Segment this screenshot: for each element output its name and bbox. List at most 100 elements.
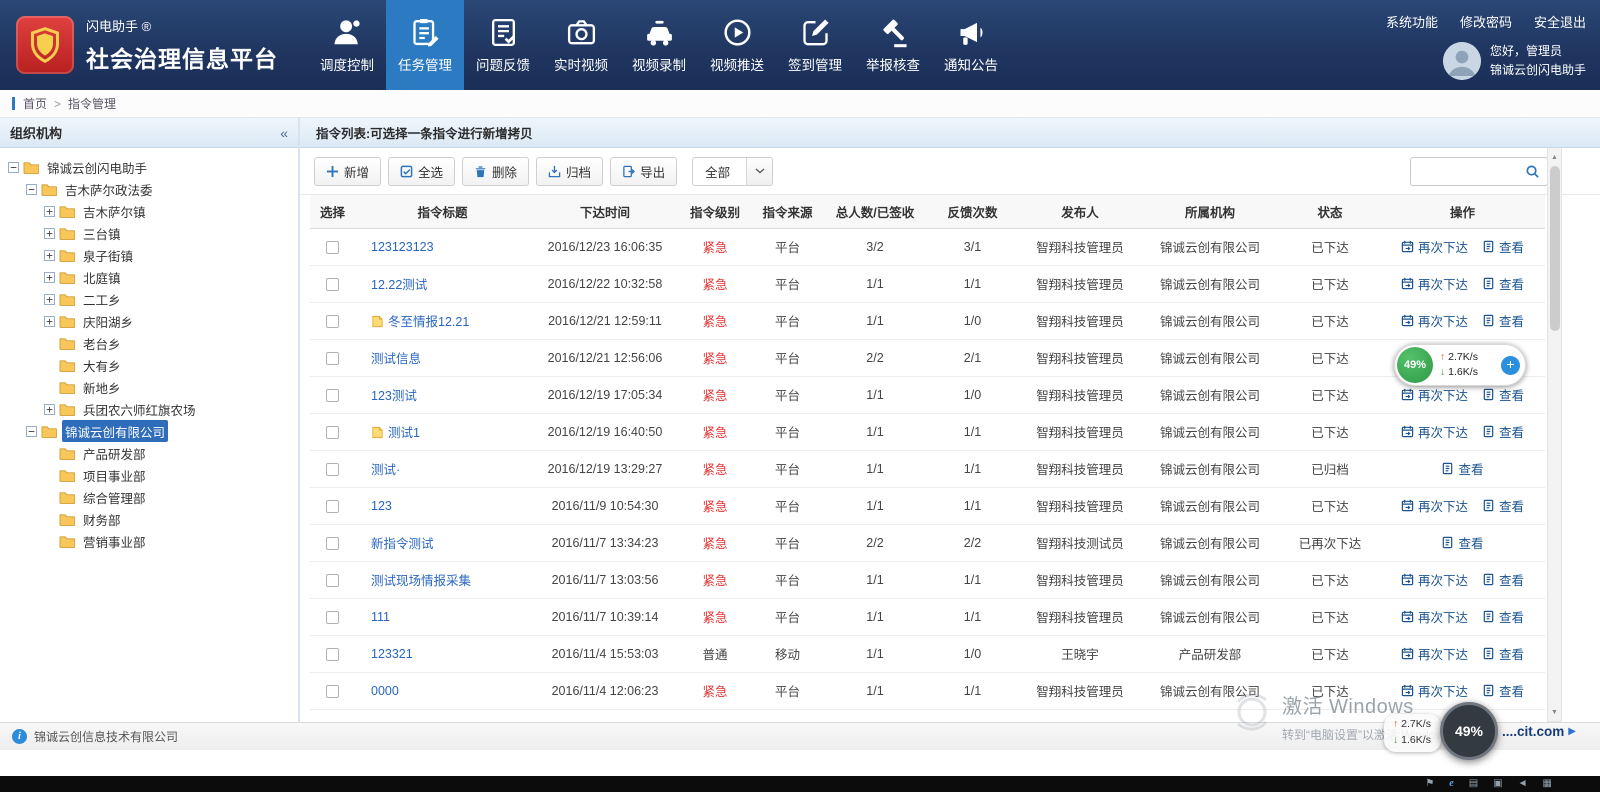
tree-node[interactable]: +北庭镇 bbox=[0, 266, 298, 288]
expander-plus-icon[interactable]: + bbox=[44, 206, 55, 217]
breadcrumb-home[interactable]: 首页 bbox=[23, 95, 47, 112]
command-title-link[interactable]: 新指令测试 bbox=[371, 537, 434, 551]
resend-action-button[interactable]: 再次下达 bbox=[1401, 311, 1468, 330]
row-checkbox[interactable] bbox=[326, 241, 339, 254]
expander-plus-icon[interactable]: + bbox=[44, 316, 55, 327]
tree-node[interactable]: −锦诚云创闪电助手 bbox=[0, 156, 298, 178]
export-button[interactable]: 导出 bbox=[610, 157, 677, 186]
nav-item-announce[interactable]: 通知公告 bbox=[932, 0, 1010, 90]
resend-action-button[interactable]: 再次下达 bbox=[1401, 496, 1468, 515]
row-checkbox[interactable] bbox=[326, 389, 339, 402]
row-checkbox[interactable] bbox=[326, 611, 339, 624]
view-action-button[interactable]: 查看 bbox=[1482, 570, 1524, 589]
tree-node[interactable]: 产品研发部 bbox=[0, 442, 298, 464]
expander-plus-icon[interactable]: + bbox=[44, 250, 55, 261]
select-all-button[interactable]: 全选 bbox=[388, 157, 455, 186]
command-title-link[interactable]: 测试1 bbox=[388, 426, 420, 440]
view-action-button[interactable]: 查看 bbox=[1482, 274, 1524, 293]
row-checkbox[interactable] bbox=[326, 685, 339, 698]
bottom-speed-widget[interactable]: ↑ 2.7K/s ↓ 1.6K/s 49% bbox=[1384, 708, 1514, 758]
command-title-link[interactable]: 12.22测试 bbox=[371, 278, 427, 292]
row-checkbox[interactable] bbox=[326, 537, 339, 550]
tree-node[interactable]: +三台镇 bbox=[0, 222, 298, 244]
status-filter-select[interactable]: 全部 bbox=[692, 157, 773, 186]
command-title-link[interactable]: 0000 bbox=[371, 684, 399, 698]
row-checkbox[interactable] bbox=[326, 463, 339, 476]
row-checkbox[interactable] bbox=[326, 500, 339, 513]
resend-action-button[interactable]: 再次下达 bbox=[1401, 237, 1468, 256]
nav-item-feedback[interactable]: 问题反馈 bbox=[464, 0, 542, 90]
expander-plus-icon[interactable]: + bbox=[44, 272, 55, 283]
tree-node[interactable]: +泉子街镇 bbox=[0, 244, 298, 266]
command-title-link[interactable]: 123测试 bbox=[371, 389, 417, 403]
view-action-button[interactable]: 查看 bbox=[1441, 459, 1483, 478]
delete-button[interactable]: 删除 bbox=[462, 157, 529, 186]
command-title-link[interactable]: 123321 bbox=[371, 647, 413, 661]
view-action-button[interactable]: 查看 bbox=[1482, 681, 1524, 700]
top-link-0[interactable]: 系统功能 bbox=[1386, 12, 1438, 31]
resend-action-button[interactable]: 再次下达 bbox=[1401, 607, 1468, 626]
shield-icon[interactable]: ▣ bbox=[1493, 779, 1502, 789]
add-button[interactable]: 新增 bbox=[314, 157, 381, 186]
tree-node[interactable]: 营销事业部 bbox=[0, 530, 298, 552]
browser-icon[interactable]: e bbox=[1449, 779, 1453, 789]
top-link-2[interactable]: 安全退出 bbox=[1534, 12, 1586, 31]
command-title-link[interactable]: 123 bbox=[371, 499, 392, 513]
expander-minus-icon[interactable]: − bbox=[26, 426, 37, 437]
tree-node[interactable]: −吉木萨尔政法委 bbox=[0, 178, 298, 200]
command-title-link[interactable]: 测试现场情报采集 bbox=[371, 574, 471, 588]
site-link[interactable]: ....cit.com ▶ bbox=[1502, 724, 1576, 739]
archive-button[interactable]: 归档 bbox=[536, 157, 603, 186]
speaker-icon[interactable]: ◄ bbox=[1518, 779, 1528, 789]
expander-plus-icon[interactable]: + bbox=[44, 404, 55, 415]
vertical-scrollbar[interactable]: ▲ ▼ bbox=[1547, 148, 1562, 722]
command-title-link[interactable]: 测试信息 bbox=[371, 352, 421, 366]
command-title-link[interactable]: 111 bbox=[371, 610, 390, 624]
command-title-link[interactable]: 123123123 bbox=[371, 240, 434, 254]
row-checkbox[interactable] bbox=[326, 426, 339, 439]
tray-icon[interactable]: ▦ bbox=[1543, 779, 1552, 789]
tree-node[interactable]: 新地乡 bbox=[0, 376, 298, 398]
nav-item-report-check[interactable]: 举报核查 bbox=[854, 0, 932, 90]
view-action-button[interactable]: 查看 bbox=[1482, 311, 1524, 330]
expander-minus-icon[interactable]: − bbox=[8, 162, 19, 173]
command-title-link[interactable]: 冬至情报12.21 bbox=[388, 315, 469, 329]
row-checkbox[interactable] bbox=[326, 648, 339, 661]
network-speed-widget[interactable]: 49% ↑ 2.7K/s ↓ 1.6K/s + bbox=[1394, 344, 1526, 386]
tree-node[interactable]: −锦诚云创有限公司 bbox=[0, 420, 298, 442]
expander-plus-icon[interactable]: + bbox=[44, 228, 55, 239]
tree-node[interactable]: 综合管理部 bbox=[0, 486, 298, 508]
nav-item-live-video[interactable]: 实时视频 bbox=[542, 0, 620, 90]
view-action-button[interactable]: 查看 bbox=[1482, 422, 1524, 441]
resend-action-button[interactable]: 再次下达 bbox=[1401, 681, 1468, 700]
tree-node[interactable]: +兵团农六师红旗农场 bbox=[0, 398, 298, 420]
view-action-button[interactable]: 查看 bbox=[1482, 237, 1524, 256]
row-checkbox[interactable] bbox=[326, 278, 339, 291]
nav-item-video-record[interactable]: 视频录制 bbox=[620, 0, 698, 90]
view-action-button[interactable]: 查看 bbox=[1482, 496, 1524, 515]
resend-action-button[interactable]: 再次下达 bbox=[1401, 644, 1468, 663]
sidebar-collapse-button[interactable]: « bbox=[280, 125, 288, 141]
view-action-button[interactable]: 查看 bbox=[1482, 607, 1524, 626]
tree-node[interactable]: +庆阳湖乡 bbox=[0, 310, 298, 332]
tree-node[interactable]: +二工乡 bbox=[0, 288, 298, 310]
row-checkbox[interactable] bbox=[326, 352, 339, 365]
search-button[interactable] bbox=[1517, 158, 1547, 185]
tree-node[interactable]: 大有乡 bbox=[0, 354, 298, 376]
expander-minus-icon[interactable]: − bbox=[26, 184, 37, 195]
tree-node[interactable]: 老台乡 bbox=[0, 332, 298, 354]
scroll-up-arrow[interactable]: ▲ bbox=[1548, 150, 1561, 164]
nav-item-checkin[interactable]: 签到管理 bbox=[776, 0, 854, 90]
tree-node[interactable]: 财务部 bbox=[0, 508, 298, 530]
nav-item-video-push[interactable]: 视频推送 bbox=[698, 0, 776, 90]
view-action-button[interactable]: 查看 bbox=[1482, 385, 1524, 404]
scroll-thumb[interactable] bbox=[1550, 166, 1560, 331]
resend-action-button[interactable]: 再次下达 bbox=[1401, 385, 1468, 404]
grid-icon[interactable]: ▤ bbox=[1469, 779, 1478, 789]
scroll-down-arrow[interactable]: ▼ bbox=[1548, 705, 1561, 719]
view-action-button[interactable]: 查看 bbox=[1441, 533, 1483, 552]
pin-icon[interactable]: ⚑ bbox=[1425, 779, 1434, 789]
top-link-1[interactable]: 修改密码 bbox=[1460, 12, 1512, 31]
widget-add-button[interactable]: + bbox=[1501, 356, 1520, 375]
tree-node[interactable]: +吉木萨尔镇 bbox=[0, 200, 298, 222]
